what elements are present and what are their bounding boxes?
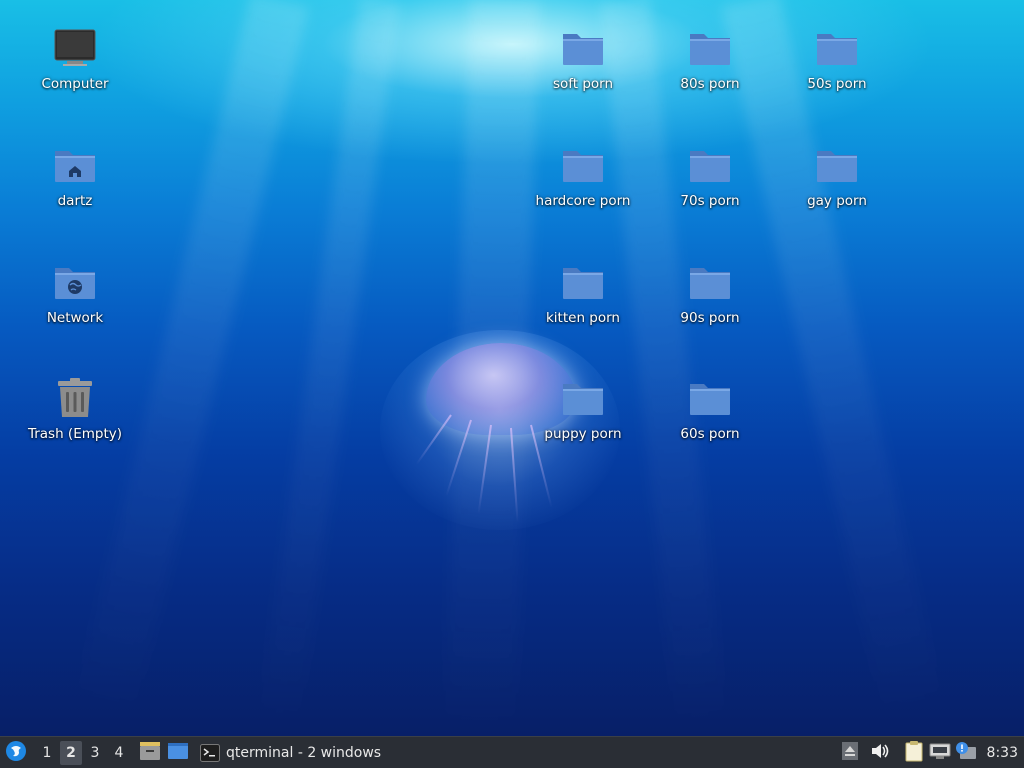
folder-icon (559, 258, 607, 306)
folder-icon (686, 141, 734, 189)
desktop-icon-label: Trash (Empty) (27, 426, 123, 442)
home-folder-icon (51, 141, 99, 189)
desktop-folder-50s-porn[interactable]: 50s porn (772, 22, 902, 122)
desktop-icon-label: 50s porn (807, 76, 867, 92)
desktop-folder-60s-porn[interactable]: 60s porn (645, 372, 775, 472)
folder-icon (686, 258, 734, 306)
network-folder-icon (51, 258, 99, 306)
desktop-icon-label: Computer (41, 76, 109, 92)
desktop-icon-label: puppy porn (544, 426, 622, 442)
terminal-icon (200, 743, 220, 762)
network-icon (929, 742, 951, 764)
desktop-folder-70s-porn[interactable]: 70s porn (645, 139, 775, 239)
update-notifier-icon (955, 741, 977, 765)
folder-icon (813, 141, 861, 189)
folder-icon (559, 24, 607, 72)
computer-icon (51, 24, 99, 72)
taskbar-clock[interactable]: 8:33 (987, 745, 1018, 761)
desktop-icon-label: 60s porn (680, 426, 740, 442)
folder-icon (559, 141, 607, 189)
desktop-icon-label: 80s porn (680, 76, 740, 92)
file-manager-launcher[interactable] (138, 741, 162, 765)
volume-icon (870, 742, 890, 764)
workspace-1-button[interactable]: 1 (36, 741, 58, 765)
taskbar: 1 2 3 4 qterminal - 2 windows 8:33 (0, 736, 1024, 768)
desktop-folder-80s-porn[interactable]: 80s porn (645, 22, 775, 122)
desktop-icon-network[interactable]: Network (10, 256, 140, 356)
eject-icon (841, 741, 858, 764)
workspace-4-button[interactable]: 4 (108, 741, 130, 765)
folder-icon (813, 24, 861, 72)
tray-clipboard-button[interactable] (903, 740, 925, 766)
tray-volume-button[interactable] (869, 742, 891, 764)
lxqt-start-menu-icon (5, 740, 27, 766)
clipboard-icon (905, 740, 923, 766)
desktop-icon-trash[interactable]: Trash (Empty) (10, 372, 140, 472)
desktop[interactable]: Computer dartz Network Trash (Empty) sof… (0, 0, 1024, 736)
desktop-folder-puppy-porn[interactable]: puppy porn (518, 372, 648, 472)
show-desktop-icon (167, 742, 189, 764)
file-manager-icon (139, 741, 161, 765)
desktop-icon-label: soft porn (552, 76, 614, 92)
desktop-icon-label: gay porn (807, 193, 867, 209)
taskbar-task-label: qterminal - 2 windows (226, 744, 382, 761)
trash-icon (51, 374, 99, 422)
show-desktop-button[interactable] (166, 741, 190, 765)
desktop-icon-label: Network (46, 310, 104, 326)
desktop-folder-kitten-porn[interactable]: kitten porn (518, 256, 648, 356)
workspace-3-button[interactable]: 3 (84, 741, 106, 765)
folder-icon (559, 374, 607, 422)
desktop-icon-label: kitten porn (545, 310, 620, 326)
desktop-folder-soft-porn[interactable]: soft porn (518, 22, 648, 122)
workspace-2-button[interactable]: 2 (60, 740, 82, 765)
desktop-icon-label: 90s porn (680, 310, 740, 326)
tray-network-button[interactable] (929, 742, 951, 764)
folder-icon (686, 24, 734, 72)
folder-icon (686, 374, 734, 422)
desktop-folder-gay-porn[interactable]: gay porn (772, 139, 902, 239)
desktop-folder-hardcore-porn[interactable]: hardcore porn (518, 139, 648, 239)
desktop-icon-computer[interactable]: Computer (10, 22, 140, 122)
tray-update-notifier-button[interactable] (955, 741, 977, 765)
desktop-icon-home[interactable]: dartz (10, 139, 140, 239)
start-menu-button[interactable] (4, 740, 28, 766)
desktop-icon-label: hardcore porn (535, 193, 631, 209)
desktop-icon-label: 70s porn (680, 193, 740, 209)
desktop-folder-90s-porn[interactable]: 90s porn (645, 256, 775, 356)
desktop-icon-label: dartz (57, 193, 93, 209)
tray-eject-button[interactable] (839, 741, 861, 764)
taskbar-task-qterminal[interactable]: qterminal - 2 windows (200, 741, 381, 765)
